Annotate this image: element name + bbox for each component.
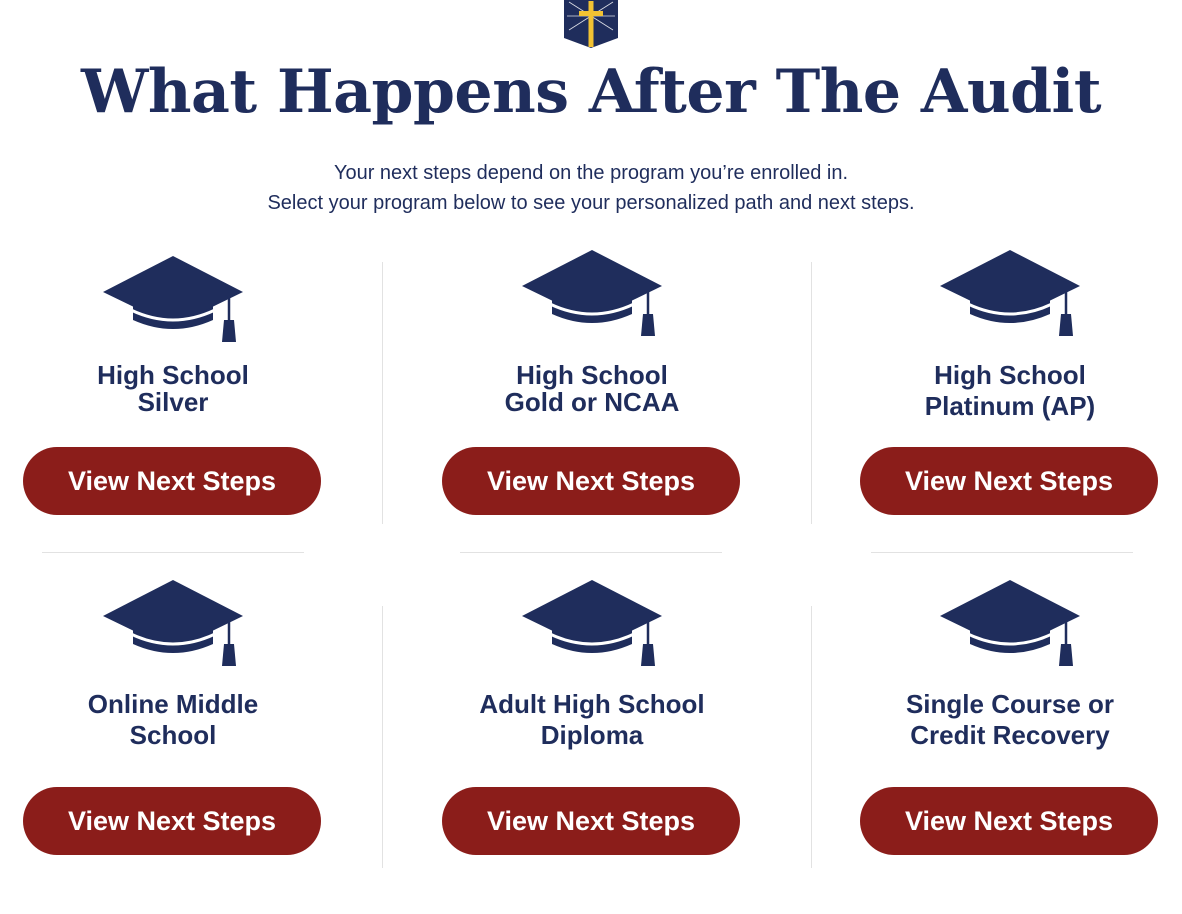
view-next-steps-button[interactable]: View Next Steps [442,447,740,515]
view-next-steps-button[interactable]: View Next Steps [860,787,1158,855]
graduation-cap-icon [103,580,243,666]
view-next-steps-button[interactable]: View Next Steps [442,787,740,855]
program-title: High School Silver [97,360,249,417]
program-title: High School Platinum (AP) [924,360,1096,421]
intro-text-line-2: Select your program below to see your pe… [267,192,915,214]
row-divider [42,552,304,553]
program-title: Single Course or Credit Recovery [905,689,1115,750]
program-title: Adult High School Diploma [479,689,705,750]
column-divider [811,606,812,868]
column-divider [382,262,383,524]
cross-shield-logo-icon [564,0,618,48]
page-title: What Happens After The Audit [80,57,1102,127]
graduation-cap-icon [103,256,243,342]
row-divider [871,552,1133,553]
view-next-steps-button[interactable]: View Next Steps [23,447,321,515]
graduation-cap-icon [940,580,1080,666]
program-title: Online Middle School [87,689,259,750]
column-divider [382,606,383,868]
program-title: High School Gold or NCAA [504,360,680,417]
graduation-cap-icon [522,250,662,336]
column-divider [811,262,812,524]
view-next-steps-button[interactable]: View Next Steps [860,447,1158,515]
intro-text-line-1: Your next steps depend on the program yo… [333,162,849,184]
view-next-steps-button[interactable]: View Next Steps [23,787,321,855]
graduation-cap-icon [522,580,662,666]
graduation-cap-icon [940,250,1080,336]
row-divider [460,552,722,553]
